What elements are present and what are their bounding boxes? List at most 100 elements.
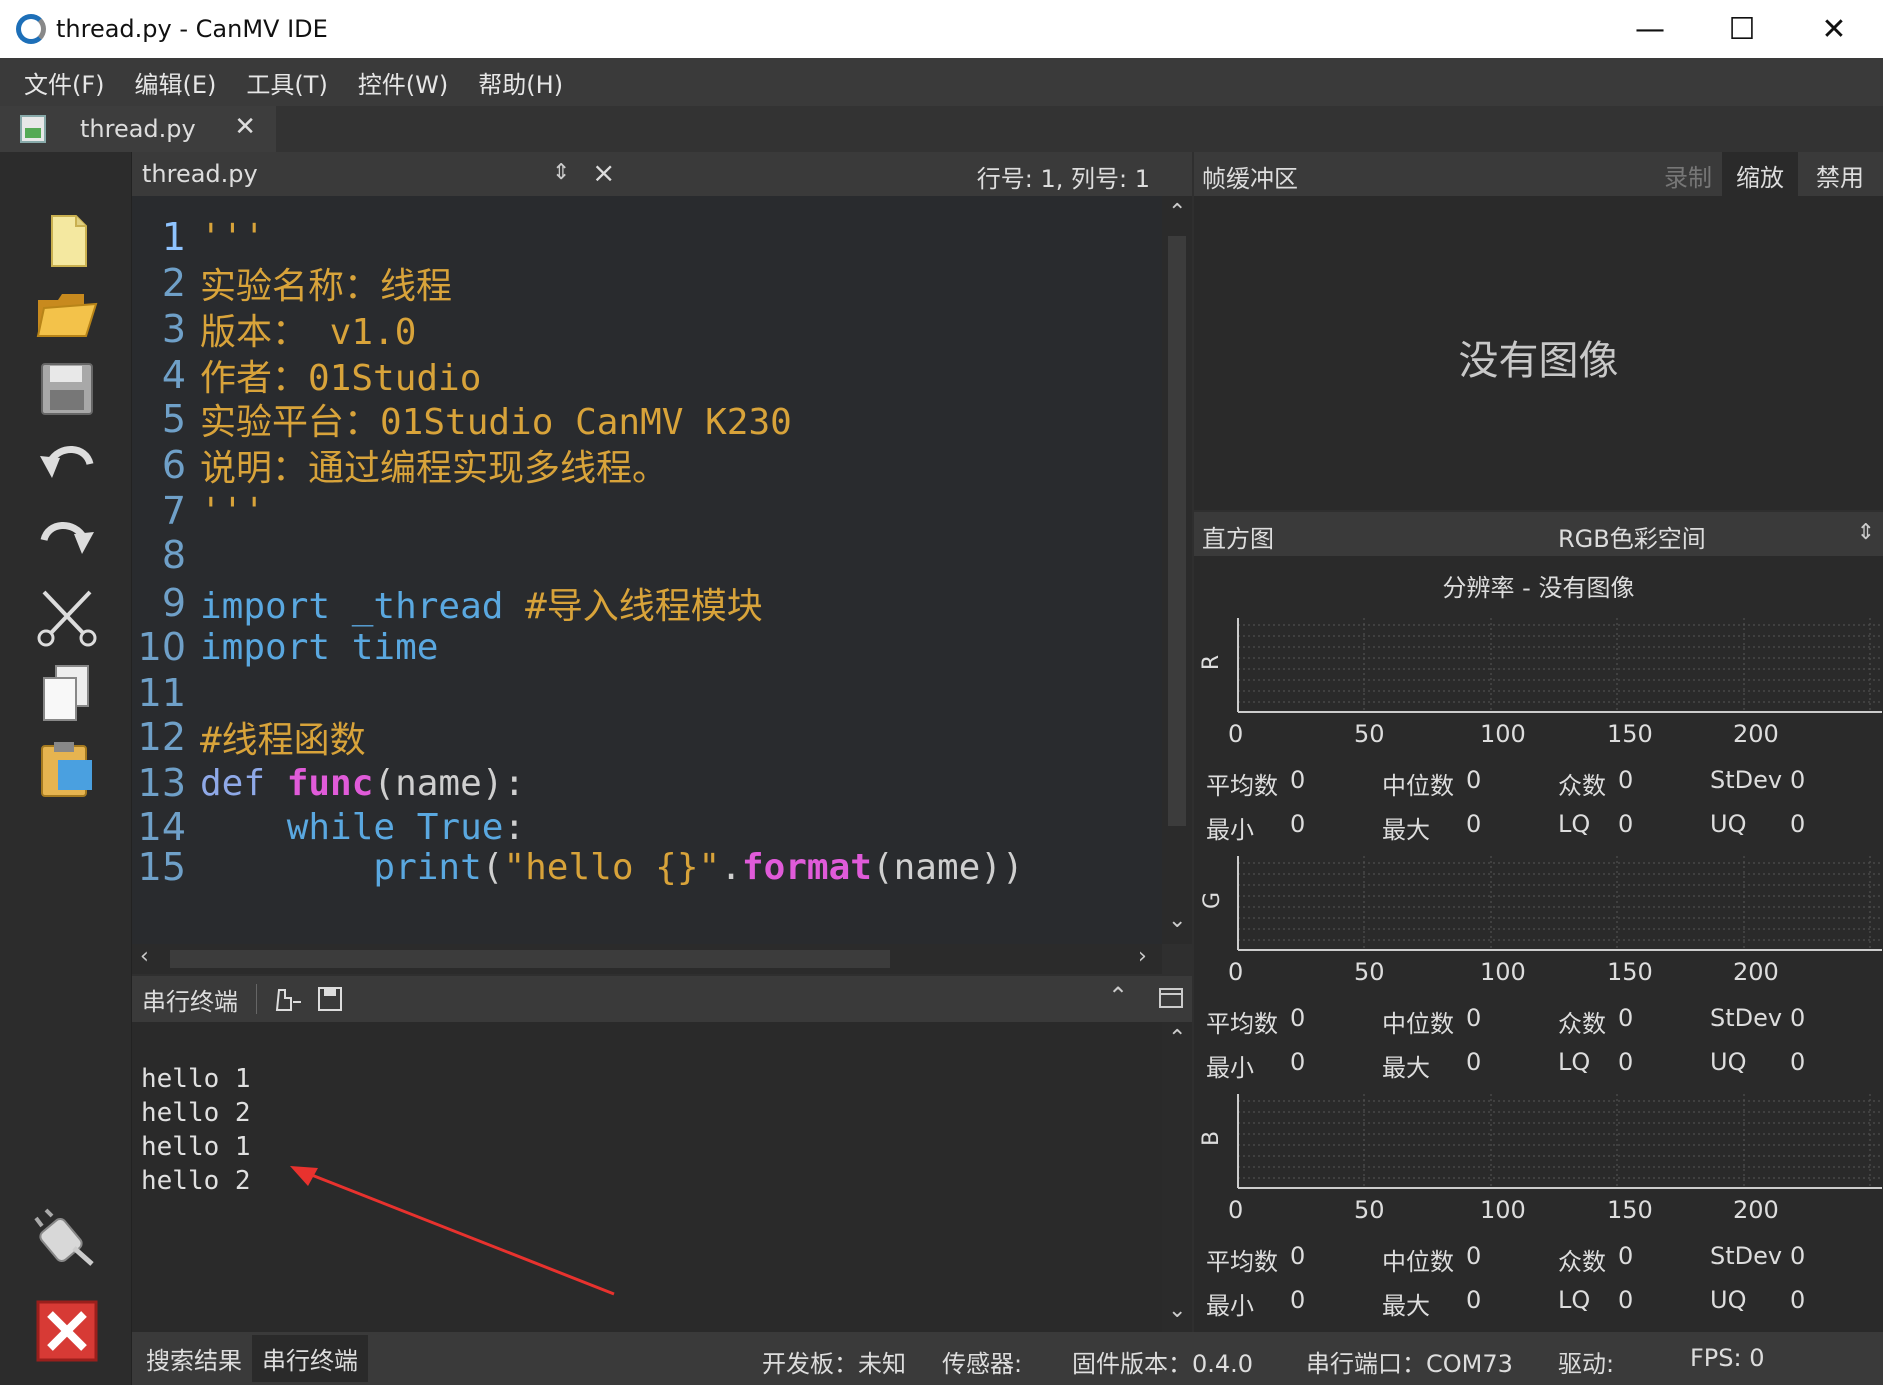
cut-icon[interactable] — [34, 586, 100, 648]
code-line[interactable]: 7 ''' — [132, 486, 265, 536]
menu-help[interactable]: 帮助(H) — [478, 65, 563, 100]
x-tick-label: 100 — [1480, 958, 1526, 986]
record-button[interactable]: 录制 — [1650, 152, 1726, 196]
copy-icon[interactable] — [34, 662, 100, 724]
x-tick-label: 150 — [1607, 1196, 1653, 1224]
scroll-right-icon[interactable]: › — [1138, 944, 1147, 969]
terminal-output[interactable]: hello 1 hello 2 hello 1 hello 2 — [132, 1022, 1162, 1332]
terminal-line: hello 2 — [141, 1166, 251, 1196]
colorspace-select[interactable]: RGB色彩空间 — [1558, 519, 1706, 554]
code-line[interactable]: 10 import time — [132, 622, 439, 672]
code-line[interactable]: 11 — [132, 668, 200, 718]
x-tick-label: 150 — [1607, 958, 1653, 986]
stat-lq: LQ — [1558, 1286, 1591, 1314]
menu-widgets[interactable]: 控件(W) — [358, 65, 448, 100]
firmware-status[interactable]: 固件版本：0.4.0 — [1072, 1344, 1253, 1379]
scroll-thumb[interactable] — [1168, 236, 1186, 826]
tab-search-results[interactable]: 搜索结果 — [136, 1335, 252, 1382]
line-number: 12 — [137, 715, 186, 759]
code-editor[interactable]: 1 ''' 2 实验名称：线程 3 版本： v1.0 4 作者：01Studio 5 实验平台：0… — [132, 196, 1162, 944]
code-token: ''' — [200, 490, 266, 532]
code-line[interactable]: 6 说明：通过编程实现多线程。 — [132, 440, 668, 490]
stat-median-v: 0 — [1466, 1004, 1482, 1032]
code-text: print("hello {}".format(name)) — [200, 846, 1023, 888]
terminal-header: 串行终端 ⌃ — [132, 976, 1192, 1022]
code-token: ( — [481, 846, 504, 888]
open-folder-icon[interactable] — [34, 282, 100, 344]
code-token: import — [200, 626, 352, 668]
undo-icon[interactable] — [34, 434, 100, 496]
file-switch-icon[interactable]: ⇕ — [552, 160, 570, 185]
tab-thread-py[interactable]: thread.py ✕ — [0, 106, 276, 152]
stop-run-icon[interactable] — [34, 1298, 100, 1364]
stat-uq-v: 0 — [1790, 1286, 1806, 1314]
hscroll-thumb[interactable] — [170, 950, 890, 968]
stat-median: 中位数 — [1382, 772, 1454, 800]
scroll-left-icon[interactable]: ‹ — [140, 944, 149, 969]
term-scroll-up-icon[interactable]: ⌃ — [1168, 1026, 1186, 1051]
code-line[interactable]: 9 import _thread #导入线程模块 — [132, 578, 763, 628]
code-token: #导入线程模块 — [525, 586, 763, 627]
framebuffer-header: 帧缓冲区 录制 缩放 禁用 — [1194, 152, 1883, 196]
code-line[interactable]: 3 版本： v1.0 — [132, 303, 417, 355]
code-token: time — [351, 626, 439, 668]
zoom-button[interactable]: 缩放 — [1722, 152, 1798, 196]
menu-tools[interactable]: 工具(T) — [246, 65, 327, 100]
editor-close-icon[interactable]: × — [592, 156, 615, 189]
stat-max-v: 0 — [1466, 1048, 1482, 1076]
redo-icon[interactable] — [34, 510, 100, 572]
menu-file[interactable]: 文件(F) — [24, 65, 105, 100]
code-text: 版本： v1.0 — [200, 303, 416, 355]
paste-icon[interactable] — [34, 738, 100, 800]
code-token: print — [373, 846, 482, 888]
scroll-up-icon[interactable]: ⌃ — [1168, 200, 1186, 225]
scroll-down-icon[interactable]: ⌄ — [1168, 908, 1186, 933]
stat-uq: UQ — [1710, 810, 1747, 838]
x-tick-label: 100 — [1480, 720, 1526, 748]
editor-horizontal-scrollbar[interactable]: ‹ › — [132, 944, 1162, 974]
stat-lq-v: 0 — [1618, 810, 1634, 838]
histogram-title: 直方图 — [1202, 525, 1274, 553]
connect-plug-icon[interactable] — [34, 1208, 100, 1278]
window-title: thread.py - CanMV IDE — [56, 15, 328, 43]
code-text: ''' — [200, 491, 265, 532]
code-token: def — [200, 762, 287, 804]
tab-serial-terminal[interactable]: 串行终端 — [252, 1335, 368, 1382]
tab-close-icon[interactable]: ✕ — [234, 112, 256, 142]
colorspace-dropdown-icon[interactable]: ⇕ — [1857, 520, 1875, 545]
menu-edit[interactable]: 编辑(E) — [135, 65, 217, 100]
code-token: func — [286, 762, 374, 804]
code-line[interactable]: 12 #线程函数 — [132, 712, 366, 762]
channel-label: B — [1199, 1130, 1225, 1147]
clear-terminal-icon[interactable] — [273, 984, 303, 1014]
code-line[interactable]: 1 ''' — [132, 212, 265, 262]
save-icon[interactable] — [34, 358, 100, 420]
channel-label: R — [1199, 654, 1225, 671]
x-tick-label: 50 — [1354, 958, 1385, 986]
close-button[interactable]: ✕ — [1788, 0, 1880, 58]
minimize-button[interactable]: — — [1604, 0, 1696, 58]
code-line[interactable]: 13 def func(name): — [132, 758, 525, 808]
maximize-button[interactable]: ☐ — [1696, 0, 1788, 58]
code-line[interactable]: 5 实验平台：01Studio CanMV K230 — [132, 394, 792, 444]
terminal-collapse-icon[interactable]: ⌃ — [1108, 982, 1128, 1010]
editor-vertical-scrollbar[interactable]: ⌃ ⌄ — [1162, 196, 1192, 944]
new-file-icon[interactable] — [34, 210, 100, 272]
editor-file-name[interactable]: thread.py — [142, 160, 258, 188]
sensor-status: 传感器: — [942, 1350, 1023, 1378]
terminal-scrollbar[interactable]: ⌃ ⌄ — [1162, 1022, 1192, 1332]
terminal-maximize-icon[interactable] — [1158, 986, 1184, 1010]
code-token: 说明：通过编程实现多线程。 — [200, 448, 669, 489]
terminal-line: hello 1 — [141, 1132, 251, 1162]
code-line[interactable]: 2 实验名称：线程 — [132, 258, 452, 308]
disable-button[interactable]: 禁用 — [1802, 152, 1878, 196]
x-tick-label: 0 — [1228, 720, 1244, 748]
code-line[interactable]: 15 print("hello {}".format(name)) — [132, 842, 1024, 892]
save-terminal-icon[interactable] — [315, 984, 345, 1014]
line-number: 1 — [161, 215, 186, 259]
framebuffer-title: 帧缓冲区 — [1202, 165, 1298, 193]
code-text: import time — [200, 627, 438, 668]
term-scroll-down-icon[interactable]: ⌄ — [1168, 1298, 1186, 1323]
code-line[interactable]: 8 — [132, 530, 200, 580]
